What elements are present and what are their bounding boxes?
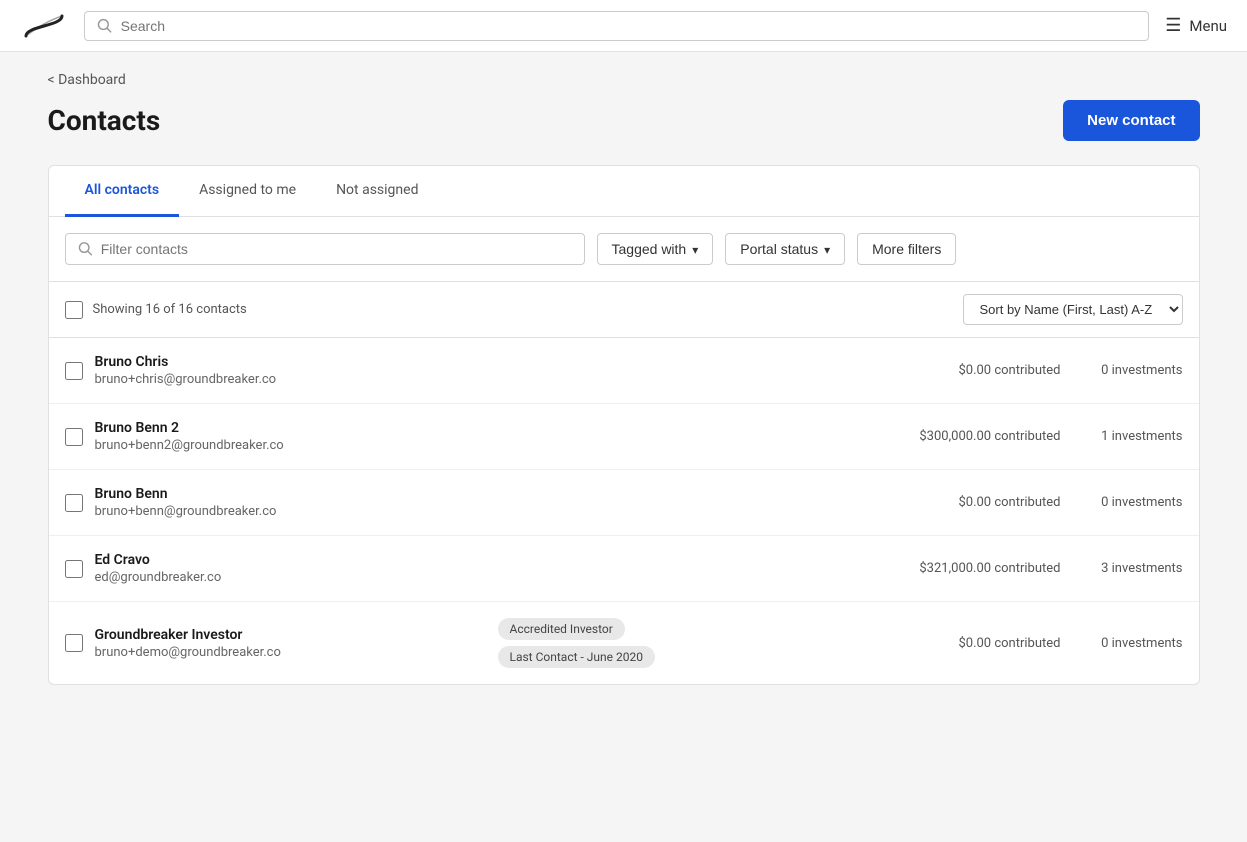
sort-select[interactable]: Sort by Name (First, Last) A-Z bbox=[963, 294, 1183, 325]
showing-count: Showing 16 of 16 contacts bbox=[65, 301, 247, 319]
tab-not-assigned[interactable]: Not assigned bbox=[316, 166, 438, 217]
table-meta-row: Showing 16 of 16 contacts Sort by Name (… bbox=[49, 282, 1199, 338]
chevron-down-icon bbox=[824, 241, 830, 257]
contact-investments: 0 investments bbox=[1073, 495, 1183, 510]
top-nav: Menu bbox=[0, 0, 1247, 52]
contact-email: bruno+benn@groundbreaker.co bbox=[95, 504, 486, 519]
filter-search-bar[interactable] bbox=[65, 233, 585, 265]
contact-name: Groundbreaker Investor bbox=[95, 627, 486, 643]
row-checkbox[interactable] bbox=[65, 560, 83, 578]
contacts-list: Bruno Chris bruno+chris@groundbreaker.co… bbox=[49, 338, 1199, 684]
more-filters-label: More filters bbox=[872, 241, 941, 257]
contact-name: Bruno Benn bbox=[95, 486, 486, 502]
menu-button[interactable]: Menu bbox=[1165, 15, 1227, 36]
row-checkbox[interactable] bbox=[65, 362, 83, 380]
hamburger-icon bbox=[1165, 15, 1181, 36]
contact-contributed: $0.00 contributed bbox=[901, 495, 1061, 510]
contact-info: Bruno Benn bruno+benn@groundbreaker.co bbox=[95, 486, 486, 519]
select-all-checkbox[interactable] bbox=[65, 301, 83, 319]
tab-assigned-to-me[interactable]: Assigned to me bbox=[179, 166, 316, 217]
table-row: Bruno Benn bruno+benn@groundbreaker.co $… bbox=[49, 470, 1199, 536]
tag-badge: Accredited Investor bbox=[498, 618, 625, 640]
row-checkbox[interactable] bbox=[65, 428, 83, 446]
filter-search-icon bbox=[78, 241, 93, 257]
contact-contributed: $0.00 contributed bbox=[901, 363, 1061, 378]
breadcrumb-link[interactable]: < Dashboard bbox=[48, 72, 126, 88]
contact-contributed: $321,000.00 contributed bbox=[901, 561, 1061, 576]
row-checkbox[interactable] bbox=[65, 634, 83, 652]
contact-email: bruno+chris@groundbreaker.co bbox=[95, 372, 486, 387]
table-row: Bruno Chris bruno+chris@groundbreaker.co… bbox=[49, 338, 1199, 404]
tagged-with-label: Tagged with bbox=[612, 241, 687, 257]
chevron-down-icon bbox=[692, 241, 698, 257]
search-icon bbox=[97, 18, 113, 34]
new-contact-button[interactable]: New contact bbox=[1063, 100, 1199, 141]
contact-email: bruno+demo@groundbreaker.co bbox=[95, 645, 486, 660]
logo bbox=[20, 8, 68, 44]
contact-info: Bruno Benn 2 bruno+benn2@groundbreaker.c… bbox=[95, 420, 486, 453]
contacts-card: All contacts Assigned to me Not assigned… bbox=[48, 165, 1200, 685]
contact-investments: 3 investments bbox=[1073, 561, 1183, 576]
contact-name: Bruno Benn 2 bbox=[95, 420, 486, 436]
contact-name: Ed Cravo bbox=[95, 552, 486, 568]
contact-tags: Accredited Investor Last Contact - June 2… bbox=[498, 618, 889, 668]
menu-label: Menu bbox=[1189, 17, 1227, 35]
page-title: Contacts bbox=[48, 104, 161, 137]
page-content: < Dashboard Contacts New contact All con… bbox=[24, 52, 1224, 705]
breadcrumb: < Dashboard bbox=[48, 72, 1200, 88]
contact-info: Groundbreaker Investor bruno+demo@ground… bbox=[95, 627, 486, 660]
global-search-bar[interactable] bbox=[84, 11, 1149, 41]
global-search-input[interactable] bbox=[121, 18, 1137, 34]
contact-name: Bruno Chris bbox=[95, 354, 486, 370]
tag-badge: Last Contact - June 2020 bbox=[498, 646, 655, 668]
showing-count-text: Showing 16 of 16 contacts bbox=[93, 302, 247, 317]
tab-all-contacts[interactable]: All contacts bbox=[65, 166, 180, 217]
tabs-bar: All contacts Assigned to me Not assigned bbox=[49, 166, 1199, 217]
contact-email: ed@groundbreaker.co bbox=[95, 570, 486, 585]
portal-status-button[interactable]: Portal status bbox=[725, 233, 845, 265]
contact-contributed: $0.00 contributed bbox=[901, 636, 1061, 651]
table-row: Groundbreaker Investor bruno+demo@ground… bbox=[49, 602, 1199, 684]
row-checkbox[interactable] bbox=[65, 494, 83, 512]
contact-investments: 0 investments bbox=[1073, 636, 1183, 651]
contact-email: bruno+benn2@groundbreaker.co bbox=[95, 438, 486, 453]
page-header: Contacts New contact bbox=[48, 100, 1200, 141]
more-filters-button[interactable]: More filters bbox=[857, 233, 956, 265]
table-row: Bruno Benn 2 bruno+benn2@groundbreaker.c… bbox=[49, 404, 1199, 470]
tagged-with-button[interactable]: Tagged with bbox=[597, 233, 714, 265]
filter-row: Tagged with Portal status More filters bbox=[49, 217, 1199, 282]
contact-investments: 0 investments bbox=[1073, 363, 1183, 378]
filter-contacts-input[interactable] bbox=[101, 241, 572, 257]
contact-info: Ed Cravo ed@groundbreaker.co bbox=[95, 552, 486, 585]
contact-investments: 1 investments bbox=[1073, 429, 1183, 444]
contact-contributed: $300,000.00 contributed bbox=[901, 429, 1061, 444]
contact-info: Bruno Chris bruno+chris@groundbreaker.co bbox=[95, 354, 486, 387]
portal-status-label: Portal status bbox=[740, 241, 818, 257]
table-row: Ed Cravo ed@groundbreaker.co $321,000.00… bbox=[49, 536, 1199, 602]
